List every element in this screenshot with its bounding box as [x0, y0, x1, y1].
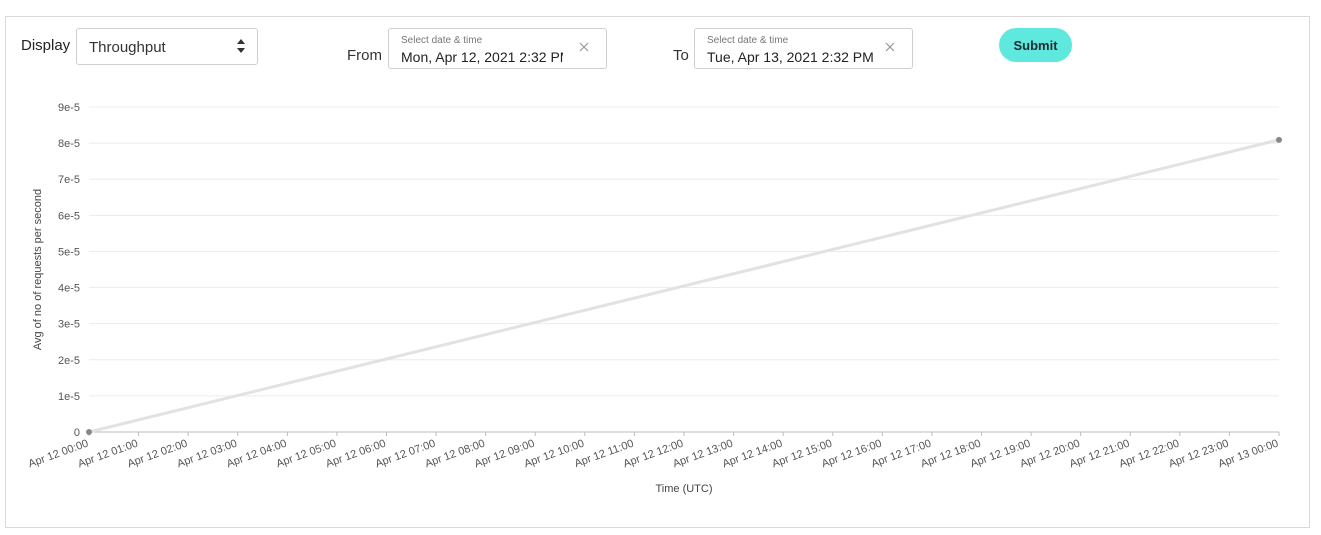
y-tick-label: 9e-5: [58, 102, 80, 114]
y-tick-label: 2e-5: [58, 355, 80, 367]
y-tick-label: 5e-5: [58, 246, 80, 258]
y-tick-label: 0: [74, 427, 80, 439]
y-tick-label: 6e-5: [58, 210, 80, 222]
y-tick-label: 1e-5: [58, 391, 80, 403]
data-point: [1276, 136, 1282, 143]
y-tick-label: 4e-5: [58, 283, 80, 295]
data-point: [86, 429, 92, 435]
y-axis-title: Avg of no of requests per second: [32, 189, 44, 350]
throughput-line-chart: 01e-52e-53e-54e-55e-56e-57e-58e-59e-5Apr…: [27, 102, 1282, 495]
y-tick-label: 8e-5: [58, 138, 80, 150]
x-axis-title: Time (UTC): [655, 483, 712, 495]
y-tick-label: 7e-5: [58, 174, 80, 186]
y-tick-label: 3e-5: [58, 319, 80, 331]
series-line: [88, 138, 1280, 434]
